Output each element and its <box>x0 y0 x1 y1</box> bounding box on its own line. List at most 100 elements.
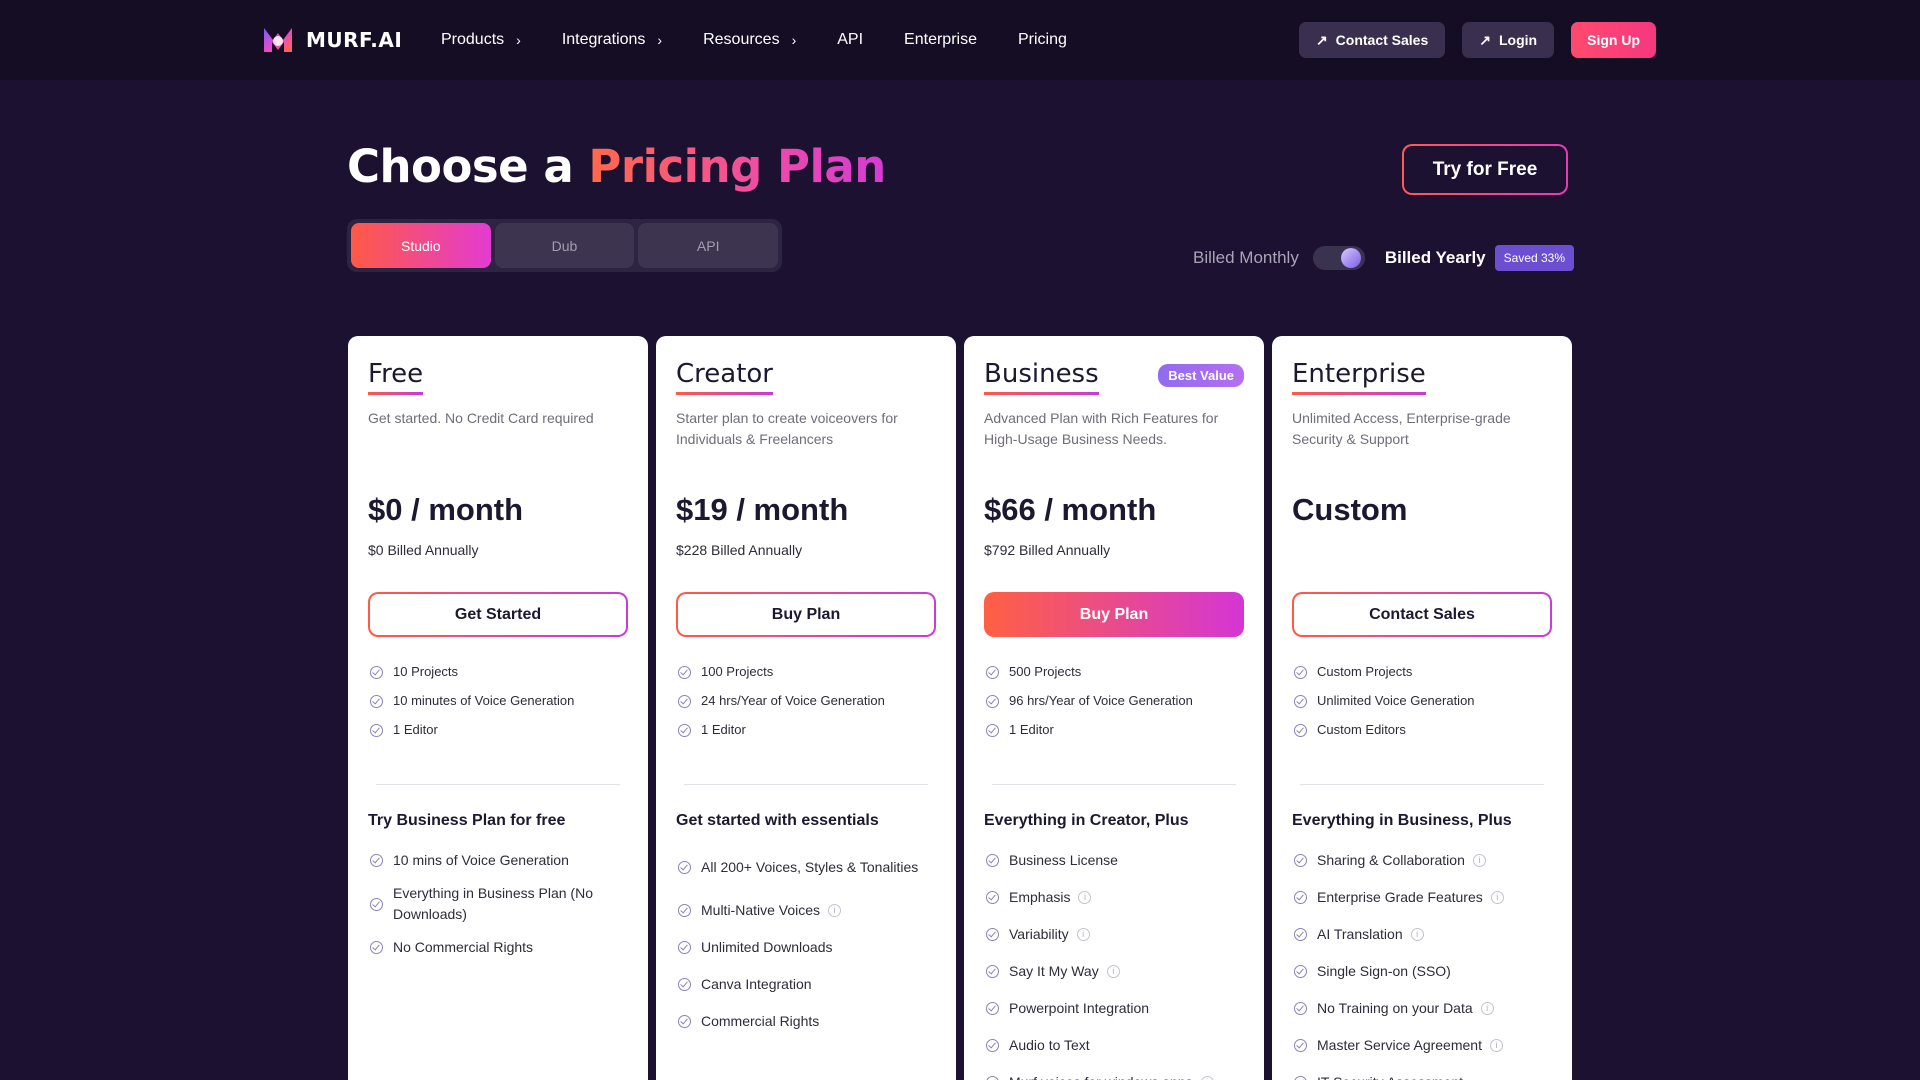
plan-name: Business <box>984 359 1099 395</box>
toggle-knob <box>1340 248 1361 268</box>
nav-item-label: Pricing <box>1017 31 1067 48</box>
nav-item-label: Resources <box>703 31 780 48</box>
plan-cta-button[interactable]: Buy Plan <box>984 592 1244 637</box>
list-item: IT Security Assessment <box>1292 1064 1562 1080</box>
murf-logo[interactable]: MURF.AI <box>262 24 402 56</box>
plan-price: $0 / month <box>368 492 524 527</box>
divider <box>376 784 620 785</box>
check-circle-icon <box>1294 854 1307 867</box>
feature-text: 10 Projects <box>393 664 459 679</box>
plan-feature-list: 10 Projects 10 minutes of Voice Generatio… <box>368 664 633 751</box>
list-item: 1 Editor <box>368 722 633 751</box>
plan-extras-list: Sharing & Collaboration i Enterprise Grade… <box>1292 842 1562 1080</box>
best-value-badge: Best Value <box>1158 364 1244 387</box>
check-circle-icon <box>370 854 383 867</box>
tab-dub[interactable]: Dub <box>494 223 635 268</box>
feature-text: 10 minutes of Voice Generation <box>393 693 575 708</box>
feature-text: Say It My Way <box>1009 963 1099 979</box>
feature-text: IT Security Assessment <box>1317 1072 1463 1080</box>
billing-switch: Billed Monthly Billed Yearly Saved 33% <box>1193 245 1575 271</box>
plan-billed-annually: $228 Billed Annually <box>676 542 803 558</box>
check-circle-icon <box>986 854 999 867</box>
info-icon[interactable]: i <box>1410 928 1424 941</box>
plan-cta-button[interactable]: Buy Plan <box>676 592 936 637</box>
tab-studio[interactable]: Studio <box>351 223 491 268</box>
list-item: Custom Editors <box>1292 722 1557 751</box>
info-icon[interactable]: i <box>1200 1076 1214 1080</box>
nav-item-resources[interactable]: Resources › <box>703 31 796 49</box>
plan-price: $66 / month <box>984 492 1157 527</box>
info-icon[interactable]: i <box>1489 1039 1503 1052</box>
list-item: Custom Projects <box>1292 664 1557 693</box>
list-item: 1 Editor <box>676 722 941 751</box>
list-item: Everything in Business Plan (No Download… <box>368 879 638 929</box>
info-icon[interactable]: i <box>1076 928 1090 941</box>
contact-sales-label: Contact Sales <box>1335 32 1429 48</box>
plan-cta-button[interactable]: Contact Sales <box>1292 592 1552 637</box>
feature-text: Everything in Business Plan (No Download… <box>393 885 593 922</box>
plan-feature-list: 500 Projects 96 hrs/Year of Voice Generat… <box>984 664 1249 751</box>
list-item: 24 hrs/Year of Voice Generation <box>676 693 941 722</box>
feature-text: Master Service Agreement <box>1317 1037 1482 1053</box>
plan-name: Free <box>368 359 424 395</box>
feature-text: No Commercial Rights <box>393 939 534 955</box>
list-item: Emphasis i <box>984 879 1254 916</box>
info-icon[interactable]: i <box>1490 891 1504 904</box>
nav-item-enterprise[interactable]: Enterprise <box>904 31 977 49</box>
signup-button[interactable]: Sign Up <box>1571 22 1656 58</box>
check-circle-icon <box>986 965 999 978</box>
nav-item-integrations[interactable]: Integrations › <box>562 31 662 49</box>
check-circle-icon <box>678 666 691 679</box>
page-title: Choose a Pricing Plan <box>347 140 886 193</box>
login-button[interactable]: ↗ Login <box>1462 22 1555 58</box>
plan-sub-heading: Everything in Business, Plus <box>1292 812 1512 829</box>
check-circle-icon <box>986 891 999 904</box>
list-item: All 200+ Voices, Styles & Tonalities <box>676 842 946 892</box>
feature-text: 1 Editor <box>393 722 438 737</box>
feature-text: Variability <box>1009 926 1069 942</box>
list-item: Multi-Native Voices i <box>676 892 946 929</box>
contact-sales-button[interactable]: ↗ Contact Sales <box>1298 22 1446 58</box>
check-circle-icon <box>678 1015 691 1028</box>
feature-text: Powerpoint Integration <box>1009 1000 1150 1016</box>
info-icon[interactable]: i <box>1480 1002 1494 1015</box>
info-icon[interactable]: i <box>828 904 842 917</box>
feature-text: Audio to Text <box>1009 1037 1090 1053</box>
plan-description: Starter plan to create voiceovers for In… <box>676 410 898 447</box>
feature-text: Enterprise Grade Features <box>1317 889 1483 905</box>
feature-text: Custom Projects <box>1317 664 1413 679</box>
feature-text: Unlimited Downloads <box>701 939 833 955</box>
plan-cta-button[interactable]: Get Started <box>368 592 628 637</box>
tab-api[interactable]: API <box>638 223 779 268</box>
feature-text: Business License <box>1009 852 1118 868</box>
nav-item-products[interactable]: Products › <box>441 31 521 49</box>
check-circle-icon <box>678 941 691 954</box>
try-for-free-button[interactable]: Try for Free <box>1402 144 1568 195</box>
info-icon[interactable]: i <box>1106 965 1120 978</box>
check-circle-icon <box>986 1002 999 1015</box>
nav-item-api[interactable]: API <box>837 31 863 49</box>
login-label: Login <box>1499 32 1538 48</box>
feature-text: Multi-Native Voices <box>701 902 821 918</box>
divider <box>1300 784 1544 785</box>
nav-item-pricing[interactable]: Pricing <box>1018 31 1067 49</box>
check-circle-icon <box>370 941 383 954</box>
nav-item-label: Products <box>441 31 505 48</box>
feature-text: 500 Projects <box>1009 664 1082 679</box>
feature-text: Canva Integration <box>701 976 812 992</box>
plan-feature-list: 100 Projects 24 hrs/Year of Voice Generat… <box>676 664 941 751</box>
list-item: 1 Editor <box>984 722 1249 751</box>
feature-text: 96 hrs/Year of Voice Generation <box>1009 693 1193 708</box>
logo-text: MURF.AI <box>306 28 403 52</box>
list-item: 10 Projects <box>368 664 633 693</box>
billing-toggle[interactable] <box>1312 246 1365 270</box>
check-circle-icon <box>986 666 999 679</box>
check-circle-icon <box>1294 724 1307 737</box>
info-icon[interactable]: i <box>1472 854 1486 867</box>
plan-feature-list: Custom Projects Unlimited Voice Generatio… <box>1292 664 1557 751</box>
feature-text: Single Sign-on (SSO) <box>1317 963 1451 979</box>
info-icon[interactable]: i <box>1078 891 1092 904</box>
plan-price: $19 / month <box>676 492 849 527</box>
feature-text: 100 Projects <box>701 664 774 679</box>
feature-text: Sharing & Collaboration <box>1317 852 1465 868</box>
